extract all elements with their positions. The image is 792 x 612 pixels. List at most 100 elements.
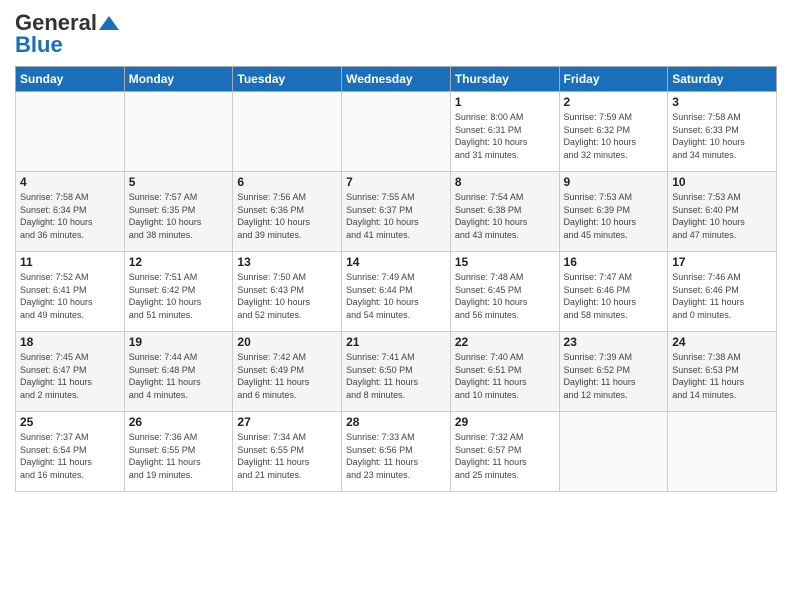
day-number: 15 [455, 255, 555, 269]
day-number: 24 [672, 335, 772, 349]
day-info: Sunrise: 7:45 AM Sunset: 6:47 PM Dayligh… [20, 351, 120, 401]
calendar-cell [233, 92, 342, 172]
weekday-header: Tuesday [233, 67, 342, 92]
calendar-cell [559, 412, 668, 492]
day-info: Sunrise: 7:38 AM Sunset: 6:53 PM Dayligh… [672, 351, 772, 401]
weekday-header: Wednesday [342, 67, 451, 92]
calendar-cell: 1 Sunrise: 8:00 AM Sunset: 6:31 PM Daylig… [450, 92, 559, 172]
day-number: 2 [564, 95, 664, 109]
day-info: Sunrise: 7:55 AM Sunset: 6:37 PM Dayligh… [346, 191, 446, 241]
weekday-header: Friday [559, 67, 668, 92]
day-info: Sunrise: 7:47 AM Sunset: 6:46 PM Dayligh… [564, 271, 664, 321]
calendar-cell: 8 Sunrise: 7:54 AM Sunset: 6:38 PM Daylig… [450, 172, 559, 252]
calendar-cell: 26 Sunrise: 7:36 AM Sunset: 6:55 PM Dayli… [124, 412, 233, 492]
calendar-week-row: 18 Sunrise: 7:45 AM Sunset: 6:47 PM Dayli… [16, 332, 777, 412]
calendar-cell: 24 Sunrise: 7:38 AM Sunset: 6:53 PM Dayli… [668, 332, 777, 412]
calendar-week-row: 1 Sunrise: 8:00 AM Sunset: 6:31 PM Daylig… [16, 92, 777, 172]
calendar-cell: 5 Sunrise: 7:57 AM Sunset: 6:35 PM Daylig… [124, 172, 233, 252]
calendar-cell: 9 Sunrise: 7:53 AM Sunset: 6:39 PM Daylig… [559, 172, 668, 252]
day-info: Sunrise: 7:50 AM Sunset: 6:43 PM Dayligh… [237, 271, 337, 321]
day-info: Sunrise: 7:53 AM Sunset: 6:39 PM Dayligh… [564, 191, 664, 241]
day-info: Sunrise: 7:53 AM Sunset: 6:40 PM Dayligh… [672, 191, 772, 241]
day-info: Sunrise: 7:54 AM Sunset: 6:38 PM Dayligh… [455, 191, 555, 241]
calendar-cell: 3 Sunrise: 7:58 AM Sunset: 6:33 PM Daylig… [668, 92, 777, 172]
day-number: 13 [237, 255, 337, 269]
day-number: 5 [129, 175, 229, 189]
calendar-cell: 29 Sunrise: 7:32 AM Sunset: 6:57 PM Dayli… [450, 412, 559, 492]
calendar-cell: 10 Sunrise: 7:53 AM Sunset: 6:40 PM Dayli… [668, 172, 777, 252]
day-number: 3 [672, 95, 772, 109]
day-info: Sunrise: 7:58 AM Sunset: 6:33 PM Dayligh… [672, 111, 772, 161]
day-number: 22 [455, 335, 555, 349]
day-number: 10 [672, 175, 772, 189]
day-number: 7 [346, 175, 446, 189]
day-number: 11 [20, 255, 120, 269]
day-number: 16 [564, 255, 664, 269]
calendar-cell: 21 Sunrise: 7:41 AM Sunset: 6:50 PM Dayli… [342, 332, 451, 412]
day-info: Sunrise: 7:56 AM Sunset: 6:36 PM Dayligh… [237, 191, 337, 241]
calendar-cell: 16 Sunrise: 7:47 AM Sunset: 6:46 PM Dayli… [559, 252, 668, 332]
day-info: Sunrise: 7:48 AM Sunset: 6:45 PM Dayligh… [455, 271, 555, 321]
day-number: 12 [129, 255, 229, 269]
day-number: 26 [129, 415, 229, 429]
calendar-cell: 20Sunrise: 7:42 AM Sunset: 6:49 PM Dayli… [233, 332, 342, 412]
day-info: Sunrise: 7:33 AM Sunset: 6:56 PM Dayligh… [346, 431, 446, 481]
day-number: 19 [129, 335, 229, 349]
day-number: 29 [455, 415, 555, 429]
calendar-cell: 15 Sunrise: 7:48 AM Sunset: 6:45 PM Dayli… [450, 252, 559, 332]
day-info: Sunrise: 7:44 AM Sunset: 6:48 PM Dayligh… [129, 351, 229, 401]
logo-arrow-icon [99, 16, 119, 30]
day-info: Sunrise: 7:32 AM Sunset: 6:57 PM Dayligh… [455, 431, 555, 481]
day-info: Sunrise: 7:51 AM Sunset: 6:42 PM Dayligh… [129, 271, 229, 321]
main-container: General Blue SundayMondayTuesdayWednesda… [0, 0, 792, 502]
calendar-cell: 14Sunrise: 7:49 AM Sunset: 6:44 PM Dayli… [342, 252, 451, 332]
logo: General Blue [15, 10, 119, 58]
calendar-week-row: 11 Sunrise: 7:52 AM Sunset: 6:41 PM Dayli… [16, 252, 777, 332]
calendar-cell: 19 Sunrise: 7:44 AM Sunset: 6:48 PM Dayli… [124, 332, 233, 412]
day-info: Sunrise: 7:34 AM Sunset: 6:55 PM Dayligh… [237, 431, 337, 481]
calendar-cell: 2 Sunrise: 7:59 AM Sunset: 6:32 PM Daylig… [559, 92, 668, 172]
day-info: Sunrise: 7:41 AM Sunset: 6:50 PM Dayligh… [346, 351, 446, 401]
weekday-header: Sunday [16, 67, 125, 92]
day-info: Sunrise: 7:39 AM Sunset: 6:52 PM Dayligh… [564, 351, 664, 401]
calendar-cell: 25 Sunrise: 7:37 AM Sunset: 6:54 PM Dayli… [16, 412, 125, 492]
weekday-header: Monday [124, 67, 233, 92]
day-info: Sunrise: 7:37 AM Sunset: 6:54 PM Dayligh… [20, 431, 120, 481]
calendar-cell: 28Sunrise: 7:33 AM Sunset: 6:56 PM Dayli… [342, 412, 451, 492]
day-info: Sunrise: 8:00 AM Sunset: 6:31 PM Dayligh… [455, 111, 555, 161]
day-info: Sunrise: 7:46 AM Sunset: 6:46 PM Dayligh… [672, 271, 772, 321]
day-number: 27 [237, 415, 337, 429]
day-info: Sunrise: 7:40 AM Sunset: 6:51 PM Dayligh… [455, 351, 555, 401]
day-number: 6 [237, 175, 337, 189]
weekday-header: Thursday [450, 67, 559, 92]
calendar-table: SundayMondayTuesdayWednesdayThursdayFrid… [15, 66, 777, 492]
calendar-cell [668, 412, 777, 492]
day-number: 1 [455, 95, 555, 109]
calendar-cell: 27 Sunrise: 7:34 AM Sunset: 6:55 PM Dayli… [233, 412, 342, 492]
calendar-cell: 7 Sunrise: 7:55 AM Sunset: 6:37 PM Daylig… [342, 172, 451, 252]
calendar-week-row: 4Sunrise: 7:58 AM Sunset: 6:34 PM Daylig… [16, 172, 777, 252]
day-number: 21 [346, 335, 446, 349]
header: General Blue [15, 10, 777, 58]
day-info: Sunrise: 7:49 AM Sunset: 6:44 PM Dayligh… [346, 271, 446, 321]
calendar-cell: 6 Sunrise: 7:56 AM Sunset: 6:36 PM Daylig… [233, 172, 342, 252]
day-number: 9 [564, 175, 664, 189]
day-info: Sunrise: 7:59 AM Sunset: 6:32 PM Dayligh… [564, 111, 664, 161]
day-number: 4 [20, 175, 120, 189]
calendar-cell: 13 Sunrise: 7:50 AM Sunset: 6:43 PM Dayli… [233, 252, 342, 332]
day-number: 18 [20, 335, 120, 349]
day-info: Sunrise: 7:36 AM Sunset: 6:55 PM Dayligh… [129, 431, 229, 481]
day-info: Sunrise: 7:52 AM Sunset: 6:41 PM Dayligh… [20, 271, 120, 321]
logo-blue-text: Blue [15, 32, 63, 58]
day-info: Sunrise: 7:57 AM Sunset: 6:35 PM Dayligh… [129, 191, 229, 241]
day-number: 8 [455, 175, 555, 189]
calendar-cell: 17 Sunrise: 7:46 AM Sunset: 6:46 PM Dayli… [668, 252, 777, 332]
calendar-cell: 12 Sunrise: 7:51 AM Sunset: 6:42 PM Dayli… [124, 252, 233, 332]
calendar-cell: 18 Sunrise: 7:45 AM Sunset: 6:47 PM Dayli… [16, 332, 125, 412]
calendar-cell: 22 Sunrise: 7:40 AM Sunset: 6:51 PM Dayli… [450, 332, 559, 412]
day-number: 25 [20, 415, 120, 429]
calendar-cell [342, 92, 451, 172]
calendar-cell: 11 Sunrise: 7:52 AM Sunset: 6:41 PM Dayli… [16, 252, 125, 332]
day-number: 17 [672, 255, 772, 269]
calendar-cell: 4Sunrise: 7:58 AM Sunset: 6:34 PM Daylig… [16, 172, 125, 252]
